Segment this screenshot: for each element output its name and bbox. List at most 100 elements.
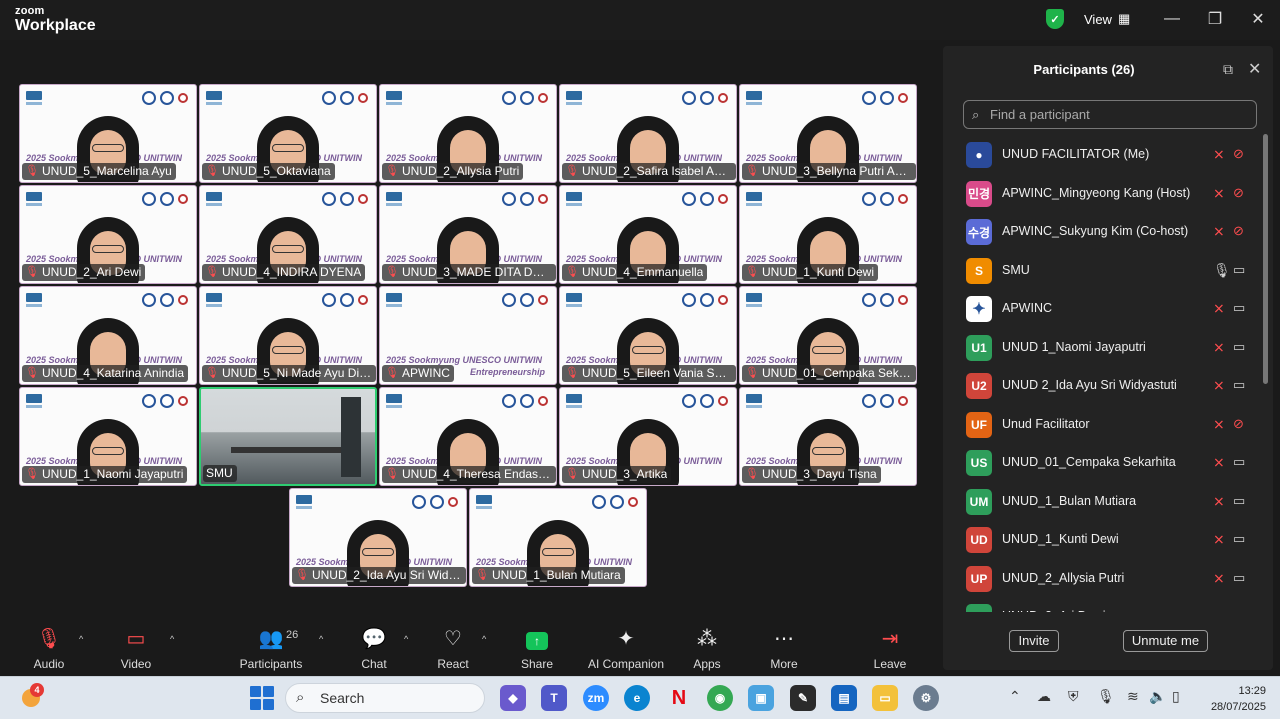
video-tile[interactable]: 2025 Sookmyung UNESCO UNITWIN🎙UNUD_3_Art… bbox=[559, 387, 737, 486]
volume-icon[interactable]: 🔈 bbox=[1149, 688, 1166, 705]
chat-button[interactable]: 💬 ^ Chat bbox=[329, 626, 419, 671]
participant-row[interactable]: S SMU 🎙 ▭ bbox=[943, 252, 1261, 290]
video-tile[interactable]: 2025 Sookmyung UNESCO UNITWIN🎙UNUD_1_Bul… bbox=[469, 488, 647, 587]
video-tile[interactable]: 2025 Sookmyung UNESCO UNITWIN🎙UNUD_5_Mar… bbox=[19, 84, 197, 183]
video-tile[interactable]: 2025 Sookmyung UNESCO UNITWIN🎙UNUD_1_Kun… bbox=[739, 185, 917, 284]
participant-search-input[interactable]: ⌕ Find a participant bbox=[963, 100, 1257, 129]
participant-row[interactable]: 민경 APWINC_Mingyeong Kang (Host) ⨯ ⊘ bbox=[943, 175, 1261, 213]
audio-button[interactable]: 🎙 ^ Audio bbox=[4, 626, 94, 671]
video-tile[interactable]: 2025 Sookmyung UNESCO UNITWIN🎙UNUD_4_The… bbox=[379, 387, 557, 486]
video-icon[interactable]: ▭ bbox=[1233, 454, 1245, 470]
mic-muted-icon[interactable]: ⨯ bbox=[1213, 570, 1225, 587]
audio-options-caret-icon[interactable]: ^ bbox=[79, 634, 83, 644]
pop-out-icon[interactable]: ⧉ bbox=[1223, 61, 1233, 78]
mic-muted-icon[interactable]: ⨯ bbox=[1213, 339, 1225, 356]
participant-row[interactable]: 수경 APWINC_Sukyung Kim (Co-host) ⨯ ⊘ bbox=[943, 213, 1261, 251]
copilot-icon[interactable]: ◆ bbox=[500, 685, 526, 711]
participant-row[interactable]: U1 UNUD 1_Naomi Jayaputri ⨯ ▭ bbox=[943, 329, 1261, 367]
mic-muted-icon[interactable]: ⨯ bbox=[1213, 377, 1225, 394]
video-tile[interactable]: 2025 Sookmyung UNESCO UNITWIN🎙UNUD_1_Nao… bbox=[19, 387, 197, 486]
more-button[interactable]: ⋯ More bbox=[739, 626, 829, 671]
video-icon[interactable]: ▭ bbox=[1233, 339, 1245, 355]
video-tile[interactable]: 2025 Sookmyung UNESCO UNITWIN🎙UNUD_5_Ni … bbox=[199, 286, 377, 385]
participant-row[interactable]: UF Unud Facilitator ⨯ ⊘ bbox=[943, 406, 1261, 444]
mic-muted-icon[interactable]: ⨯ bbox=[1213, 416, 1225, 433]
chrome-icon[interactable]: ◉ bbox=[707, 685, 733, 711]
participant-row[interactable]: UD UNUD_1_Kunti Dewi ⨯ ▭ bbox=[943, 521, 1261, 559]
close-window-button[interactable]: ✕ bbox=[1243, 5, 1273, 33]
minimize-button[interactable]: — bbox=[1157, 5, 1187, 33]
video-off-icon[interactable]: ⊘ bbox=[1233, 146, 1244, 162]
participant-row[interactable]: ● UNUD FACILITATOR (Me) ⨯ ⊘ bbox=[943, 136, 1261, 174]
video-tile[interactable]: 2025 Sookmyung UNESCO UNITWIN🎙UNUD_3_MAD… bbox=[379, 185, 557, 284]
video-tile[interactable]: 2025 Sookmyung UNESCO UNITWIN🎙UNUD_5_Okt… bbox=[199, 84, 377, 183]
weather-widget[interactable]: 4 bbox=[20, 683, 44, 709]
leave-button[interactable]: ⇥ Leave bbox=[845, 626, 935, 671]
video-tile[interactable]: 2025 Sookmyung UNESCO UNITWIN🎙UNUD_2_Ari… bbox=[19, 185, 197, 284]
video-icon[interactable]: ▭ bbox=[1233, 262, 1245, 278]
close-panel-icon[interactable]: ✕ bbox=[1248, 59, 1261, 79]
participant-row[interactable]: UP UNUD_2_Allysia Putri ⨯ ▭ bbox=[943, 560, 1261, 598]
sticky-notes-icon[interactable]: ✎ bbox=[790, 685, 816, 711]
start-button[interactable] bbox=[250, 686, 274, 710]
mic-muted-icon[interactable]: ⨯ bbox=[1213, 454, 1225, 471]
unmute-me-button[interactable]: Unmute me bbox=[1123, 630, 1208, 652]
video-icon[interactable]: ▭ bbox=[1233, 493, 1245, 509]
taskbar-search[interactable]: ⌕ Search bbox=[285, 683, 485, 713]
video-tile[interactable]: SMU bbox=[199, 387, 377, 486]
mic-tray-icon[interactable]: 🎙 bbox=[1097, 688, 1115, 705]
video-icon[interactable]: ▭ bbox=[1233, 300, 1245, 316]
participant-row[interactable]: UD UNUD_2_Ari Dewi ⨯ ▭ bbox=[943, 598, 1261, 612]
video-tile[interactable]: 2025 Sookmyung UNESCO UNITWIN🎙UNUD_5_Eil… bbox=[559, 286, 737, 385]
encryption-shield-icon[interactable]: ✓ bbox=[1046, 9, 1064, 29]
participant-row[interactable]: US UNUD_01_Cempaka Sekarhita ⨯ ▭ bbox=[943, 444, 1261, 482]
settings-icon[interactable]: ⚙ bbox=[913, 685, 939, 711]
react-button[interactable]: ♡ ^ React bbox=[408, 626, 498, 671]
participant-row[interactable]: ✦ APWINC ⨯ ▭ bbox=[943, 290, 1261, 328]
video-button[interactable]: ▭ ^ Video bbox=[91, 626, 181, 671]
video-tile[interactable]: 2025 Sookmyung UNESCO UNITWIN🎙UNUD_2_Ida… bbox=[289, 488, 467, 587]
video-tile[interactable]: 2025 Sookmyung UNESCO UNITWIN🎙UNUD_3_Bel… bbox=[739, 84, 917, 183]
video-tile[interactable]: 2025 Sookmyung UNESCO UNITWIN🎙UNUD_4_Emm… bbox=[559, 185, 737, 284]
video-icon[interactable]: ▭ bbox=[1233, 570, 1245, 586]
video-tile[interactable]: 2025 Sookmyung UNESCO UNITWIN🎙UNUD_4_IND… bbox=[199, 185, 377, 284]
edge-icon[interactable]: e bbox=[624, 685, 650, 711]
zoom-taskbar-icon[interactable]: zm bbox=[583, 685, 609, 711]
cloud-icon[interactable]: ☁ bbox=[1037, 688, 1051, 705]
video-tile[interactable]: 2025 Sookmyung UNESCO UNITWIN🎙UNUD_01_Ce… bbox=[739, 286, 917, 385]
store-icon[interactable]: ▤ bbox=[831, 685, 857, 711]
video-tile[interactable]: 2025 Sookmyung UNESCO UNITWIN🎙UNUD_2_All… bbox=[379, 84, 557, 183]
mic-muted-icon[interactable]: ⨯ bbox=[1213, 300, 1225, 317]
video-icon[interactable]: ▭ bbox=[1233, 377, 1245, 393]
teams-icon[interactable]: T bbox=[541, 685, 567, 711]
mic-muted-icon[interactable]: ⨯ bbox=[1213, 531, 1225, 548]
photos-icon[interactable]: ▣ bbox=[748, 685, 774, 711]
ai-companion-button[interactable]: ✦ AI Companion bbox=[581, 626, 671, 671]
taskbar-clock[interactable]: 13:29 28/07/2025 bbox=[1176, 683, 1266, 715]
video-icon[interactable]: ▭ bbox=[1233, 608, 1245, 612]
file-explorer-icon[interactable]: ▭ bbox=[872, 685, 898, 711]
video-off-icon[interactable]: ⊘ bbox=[1233, 223, 1244, 239]
video-off-icon[interactable]: ⊘ bbox=[1233, 185, 1244, 201]
video-off-icon[interactable]: ⊘ bbox=[1233, 416, 1244, 432]
video-tile[interactable]: 2025 Sookmyung UNESCO UNITWIN🎙UNUD_4_Kat… bbox=[19, 286, 197, 385]
participant-row[interactable]: UM UNUD_1_Bulan Mutiara ⨯ ▭ bbox=[943, 483, 1261, 521]
restore-button[interactable]: ❐ bbox=[1200, 5, 1230, 33]
mic-muted-icon[interactable]: ⨯ bbox=[1213, 608, 1225, 612]
mic-muted-icon[interactable]: ⨯ bbox=[1213, 146, 1225, 163]
participant-row[interactable]: U2 UNUD 2_Ida Ayu Sri Widyastuti ⨯ ▭ bbox=[943, 367, 1261, 405]
show-hidden-icons-icon[interactable]: ⌃ bbox=[1009, 688, 1021, 705]
security-icon[interactable]: ⛨ bbox=[1068, 688, 1079, 705]
participants-button[interactable]: 👥 26 ^ Participants bbox=[226, 626, 324, 671]
video-tile[interactable]: 2025 Sookmyung UNESCO UNITWIN Entrepreneu… bbox=[379, 286, 557, 385]
participant-list-scrollbar[interactable] bbox=[1263, 134, 1268, 384]
mic-icon[interactable]: 🎙 bbox=[1213, 262, 1231, 279]
video-icon[interactable]: ▭ bbox=[1233, 531, 1245, 547]
netflix-icon[interactable]: N bbox=[666, 685, 692, 711]
mic-muted-icon[interactable]: ⨯ bbox=[1213, 223, 1225, 240]
mic-muted-icon[interactable]: ⨯ bbox=[1213, 185, 1225, 202]
invite-button[interactable]: Invite bbox=[1009, 630, 1059, 652]
react-options-caret-icon[interactable]: ^ bbox=[482, 634, 486, 644]
video-options-caret-icon[interactable]: ^ bbox=[170, 634, 174, 644]
participants-options-caret-icon[interactable]: ^ bbox=[319, 634, 323, 644]
